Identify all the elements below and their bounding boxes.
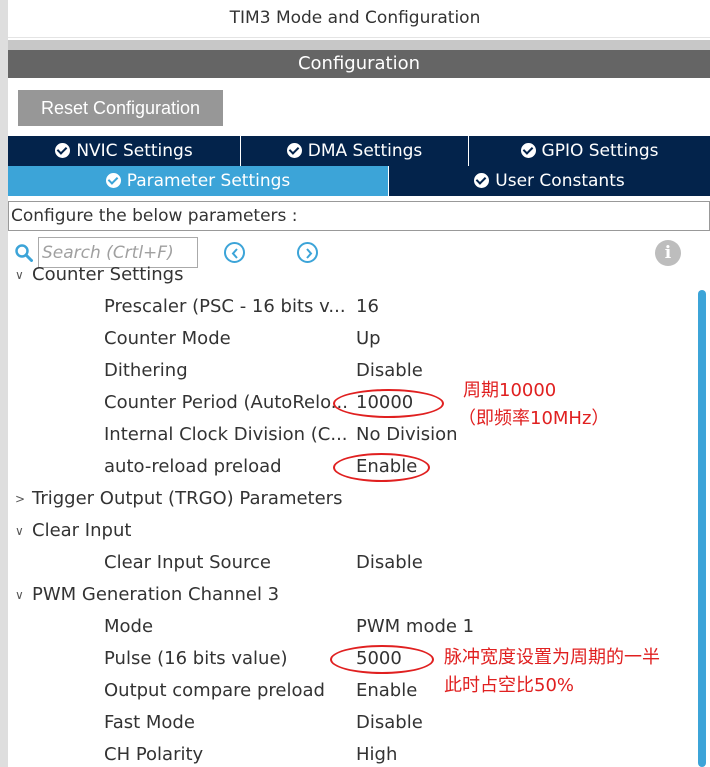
- configuration-header: Configuration: [8, 50, 710, 78]
- search-input[interactable]: [38, 237, 198, 268]
- chevron-right-icon: [306, 248, 313, 259]
- group-trigger-output[interactable]: > Trigger Output (TRGO) Parameters: [8, 483, 698, 515]
- annotation-duty-text: 此时占空比50%: [444, 675, 575, 696]
- param-value[interactable]: Enable: [356, 675, 417, 707]
- param-value[interactable]: Disable: [356, 707, 423, 739]
- left-edge: [0, 0, 8, 767]
- search-icon[interactable]: [15, 244, 33, 262]
- chevron-down-icon: ∨: [15, 268, 24, 282]
- chevron-down-icon: ∨: [15, 524, 24, 538]
- next-result-button[interactable]: [297, 242, 318, 263]
- param-name: Mode: [104, 616, 154, 637]
- param-row[interactable]: Dithering Disable: [8, 355, 698, 387]
- config-top-strip: [8, 40, 710, 50]
- param-name: Counter Mode: [104, 328, 231, 349]
- check-circle-icon: [286, 143, 302, 158]
- annotation-ellipse-preload: [333, 453, 430, 482]
- tab-user-constants[interactable]: User Constants: [389, 166, 710, 196]
- group-pwm-channel-3[interactable]: ∨ PWM Generation Channel 3: [8, 579, 698, 611]
- annotation-ellipse-pulse: [330, 645, 434, 674]
- vertical-scrollbar[interactable]: [698, 290, 706, 767]
- param-name: Fast Mode: [104, 712, 195, 733]
- param-name: Pulse (16 bits value): [104, 648, 288, 669]
- group-clear-input[interactable]: ∨ Clear Input: [8, 515, 698, 547]
- tab-parameter-settings[interactable]: Parameter Settings: [8, 166, 388, 196]
- param-row[interactable]: Clear Input Source Disable: [8, 547, 698, 579]
- group-label: Counter Settings: [32, 265, 184, 285]
- check-circle-icon: [105, 173, 121, 188]
- param-name: Clear Input Source: [104, 552, 271, 573]
- annotation-pulse-text: 脉冲宽度设置为周期的一半: [444, 647, 660, 668]
- check-circle-icon: [520, 143, 536, 158]
- param-value[interactable]: No Division: [356, 419, 458, 451]
- chevron-left-icon: [231, 248, 238, 259]
- param-value[interactable]: 16: [356, 291, 379, 323]
- tab-nvic-settings[interactable]: NVIC Settings: [8, 136, 240, 166]
- reset-configuration-button[interactable]: Reset Configuration: [18, 90, 223, 126]
- param-name: Counter Period (AutoRelo...: [104, 392, 348, 413]
- tab-label: GPIO Settings: [541, 141, 659, 161]
- tab-label: NVIC Settings: [76, 141, 193, 161]
- group-label: Clear Input: [32, 520, 132, 541]
- param-name: Output compare preload: [104, 680, 325, 701]
- window-title: TIM3 Mode and Configuration: [0, 0, 710, 38]
- param-name: Prescaler (PSC - 16 bits v...: [104, 296, 346, 317]
- param-name: CH Polarity: [104, 744, 204, 765]
- group-label: PWM Generation Channel 3: [32, 584, 280, 605]
- check-circle-icon: [474, 173, 490, 188]
- chevron-right-icon: >: [15, 492, 26, 506]
- group-label: Trigger Output (TRGO) Parameters: [32, 488, 343, 509]
- tab-label: DMA Settings: [307, 141, 423, 161]
- annotation-frequency-text: （即频率10MHz）: [458, 408, 610, 429]
- parameters-description: Configure the below parameters :: [8, 201, 710, 231]
- param-row[interactable]: Fast Mode Disable: [8, 707, 698, 739]
- param-row[interactable]: CH Polarity High: [8, 739, 698, 767]
- param-value[interactable]: Disable: [356, 547, 423, 579]
- group-counter-settings[interactable]: ∨ Counter Settings: [8, 265, 698, 291]
- tab-dma-settings[interactable]: DMA Settings: [241, 136, 468, 166]
- param-value[interactable]: Disable: [356, 355, 423, 387]
- tab-label: User Constants: [495, 171, 625, 191]
- annotation-period-text: 周期10000: [463, 380, 557, 401]
- param-row[interactable]: Mode PWM mode 1: [8, 611, 698, 643]
- param-value[interactable]: High: [356, 739, 397, 767]
- tab-label: Parameter Settings: [126, 171, 291, 191]
- param-name: auto-reload preload: [104, 456, 282, 477]
- param-row[interactable]: Prescaler (PSC - 16 bits v... 16: [8, 291, 698, 323]
- param-row[interactable]: Output compare preload Enable: [8, 675, 698, 707]
- check-circle-icon: [55, 143, 71, 158]
- tab-gpio-settings[interactable]: GPIO Settings: [469, 136, 710, 166]
- info-icon[interactable]: i: [655, 240, 681, 266]
- param-name: Dithering: [104, 360, 188, 381]
- param-value[interactable]: Up: [356, 323, 381, 355]
- chevron-down-icon: ∨: [15, 588, 24, 602]
- previous-result-button[interactable]: [224, 242, 245, 263]
- annotation-ellipse-period: [333, 389, 444, 418]
- param-name: Internal Clock Division (C...: [104, 424, 348, 445]
- parameter-tree: ∨ Counter Settings Prescaler (PSC - 16 b…: [8, 265, 698, 767]
- param-row[interactable]: Counter Mode Up: [8, 323, 698, 355]
- param-value[interactable]: PWM mode 1: [356, 611, 474, 643]
